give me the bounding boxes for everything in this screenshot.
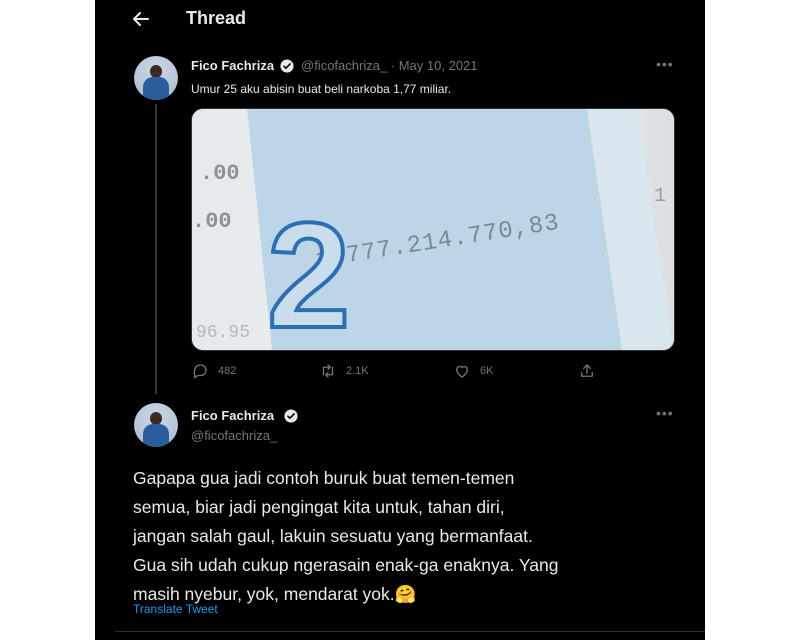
reply-count: 482 bbox=[218, 365, 237, 377]
retweet-button[interactable]: 2.1K bbox=[319, 360, 369, 382]
media-text-left-top: .00 bbox=[200, 161, 240, 186]
translate-tweet-link[interactable]: Translate Tweet bbox=[133, 602, 218, 616]
media-text-left-bottom: .00 bbox=[192, 209, 232, 234]
author-name[interactable]: Fico Fachriza bbox=[191, 58, 274, 73]
more-horizontal-icon[interactable]: ••• bbox=[656, 405, 674, 421]
more-horizontal-icon[interactable]: ••• bbox=[656, 56, 674, 72]
retweet-icon bbox=[322, 364, 334, 378]
thread-panel: Thread Fico Fachriza @ficofachriza_ · Ma… bbox=[95, 0, 705, 640]
svg-text:1: 1 bbox=[654, 185, 666, 208]
tweet-actions: 482 2.1K 6K bbox=[191, 360, 611, 382]
share-button[interactable] bbox=[578, 360, 596, 382]
like-count: 6K bbox=[480, 365, 494, 377]
tweet-text: Umur 25 aku abisin buat beli narkoba 1,7… bbox=[191, 82, 452, 96]
like-button[interactable]: 6K bbox=[453, 360, 493, 382]
avatar[interactable] bbox=[134, 56, 178, 100]
thread-header: Thread bbox=[95, 0, 705, 38]
verified-badge-icon bbox=[280, 59, 294, 73]
share-icon bbox=[581, 364, 593, 377]
arrow-left-icon[interactable] bbox=[131, 9, 153, 29]
page-title: Thread bbox=[186, 8, 247, 28]
tweet-media-image[interactable]: .00 .00 96.95 1.777.214.770,83 2 1 bbox=[191, 108, 675, 351]
reply-button[interactable]: 482 bbox=[191, 360, 236, 382]
media-big-digit: 2 bbox=[267, 191, 350, 350]
retweet-count: 2.1K bbox=[346, 365, 369, 377]
tweet-text: Gapapa gua jadi contoh buruk buat temen-… bbox=[133, 468, 559, 604]
author-name[interactable]: Fico Fachriza bbox=[191, 408, 274, 423]
heart-icon bbox=[456, 365, 468, 378]
verified-badge-icon bbox=[284, 409, 298, 423]
avatar[interactable] bbox=[134, 403, 178, 447]
reply-icon bbox=[193, 364, 207, 379]
author-handle[interactable]: @ficofachriza_ bbox=[191, 428, 277, 443]
media-text-bottom-left: 96.95 bbox=[196, 323, 250, 343]
divider bbox=[115, 631, 705, 632]
handle-and-date[interactable]: @ficofachriza_ · May 10, 2021 bbox=[301, 58, 478, 73]
thread-connector-line bbox=[155, 104, 157, 394]
